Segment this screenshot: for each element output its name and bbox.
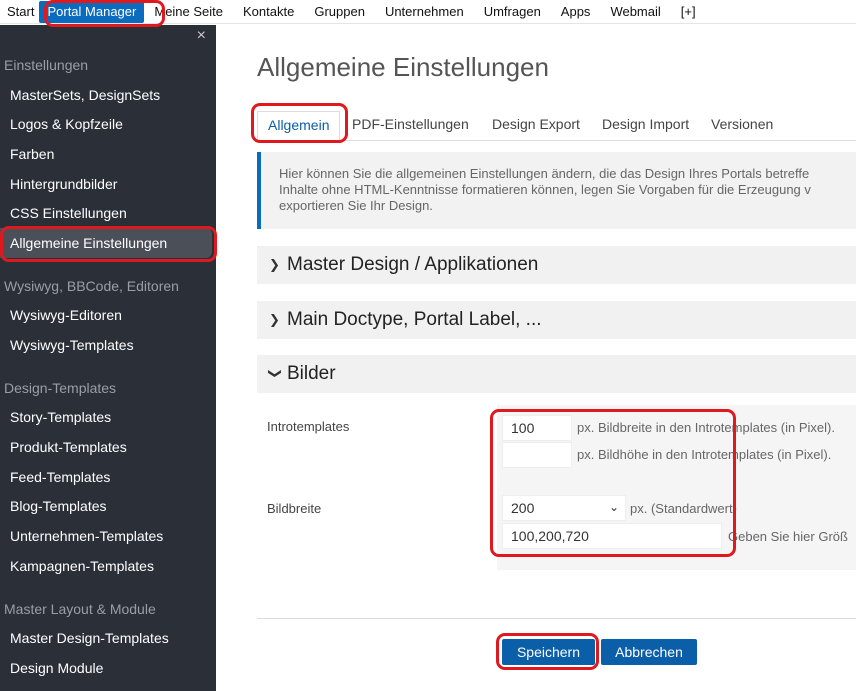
bildbreite-standard-suffix: px. (Standardwert)	[630, 501, 737, 516]
chevron-down-icon: ❯	[268, 368, 283, 379]
sidebar-item-css[interactable]: CSS Einstellungen	[10, 205, 127, 221]
sidebar-item-farben[interactable]: Farben	[10, 146, 54, 162]
tab-versionen[interactable]: Versionen	[711, 111, 773, 140]
tab-design-import[interactable]: Design Import	[602, 111, 689, 140]
sidebar-item-allgemeine-einstellungen[interactable]: Allgemeine Einstellungen	[0, 228, 212, 258]
sidebar-item-kampagnen-templates[interactable]: Kampagnen-Templates	[10, 558, 154, 574]
bildbreite-label: Bildbreite	[267, 501, 322, 516]
accordion-master-design[interactable]: ❯ Master Design / Applikationen	[257, 246, 856, 284]
chevron-right-icon: ❯	[269, 257, 280, 272]
intro-bildhoehe-suffix: px. Bildhöhe in den Introtemplates (in P…	[577, 447, 832, 462]
bildgroessen-input[interactable]: 100,200,720	[502, 523, 722, 549]
nav-more[interactable]: [+]	[671, 0, 706, 24]
sidebar-item-feed-templates[interactable]: Feed-Templates	[10, 469, 110, 485]
intro-bildhoehe-input[interactable]	[502, 442, 572, 468]
nav-kontakte[interactable]: Kontakte	[233, 0, 304, 24]
sidebar-item-unternehmen-templates[interactable]: Unternehmen-Templates	[10, 528, 163, 544]
info-text-line: Hier können Sie die allgemeinen Einstell…	[279, 166, 810, 181]
page-title: Allgemeine Einstellungen	[257, 52, 549, 82]
sidebar-item-wysiwyg-editoren[interactable]: Wysiwyg-Editoren	[10, 307, 122, 323]
bildbreite-standard-select[interactable]: 200 ⌄	[502, 495, 626, 521]
info-box: Hier können Sie die allgemeinen Einstell…	[257, 152, 856, 229]
close-icon[interactable]: ×	[197, 28, 206, 44]
nav-start[interactable]: Start	[2, 0, 39, 24]
sidebar-item-blog-templates[interactable]: Blog-Templates	[10, 498, 107, 514]
select-value: 200	[511, 500, 535, 516]
nav-meine-seite[interactable]: Meine Seite	[144, 0, 233, 24]
nav-unternehmen[interactable]: Unternehmen	[375, 0, 474, 24]
accordion-label: Bilder	[287, 363, 336, 384]
nav-portal-manager[interactable]: Portal Manager	[39, 0, 145, 23]
accordion-main-doctype[interactable]: ❯ Main Doctype, Portal Label, ...	[257, 301, 856, 339]
divider	[257, 618, 856, 619]
tab-bar: Allgemein PDF-Einstellungen Design Expor…	[257, 111, 856, 141]
sidebar-item-wysiwyg-templates[interactable]: Wysiwyg-Templates	[10, 337, 134, 353]
sidebar-item-logos[interactable]: Logos & Kopfzeile	[10, 116, 123, 132]
bildgroessen-suffix: Geben Sie hier Größ	[728, 529, 848, 544]
sidebar-item-story-templates[interactable]: Story-Templates	[10, 409, 111, 425]
sidebar-section-einstellungen: Einstellungen	[4, 57, 89, 73]
sidebar-section-design-templates: Design-Templates	[4, 380, 117, 396]
sidebar-section-wysiwyg: Wysiwyg, BBCode, Editoren	[4, 278, 179, 294]
intro-bildbreite-suffix: px. Bildbreite in den Introtemplates (in…	[577, 420, 835, 435]
accordion-label: Master Design / Applikationen	[287, 254, 539, 275]
accordion-label: Main Doctype, Portal Label, ...	[287, 309, 542, 330]
accordion-bilder[interactable]: ❯ Bilder	[257, 355, 856, 393]
tab-pdf-einstellungen[interactable]: PDF-Einstellungen	[352, 111, 469, 140]
tab-allgemein[interactable]: Allgemein	[257, 111, 341, 141]
info-text-line: Inhalte ohne HTML-Kenntnisse formatieren…	[279, 182, 811, 197]
main-content: Allgemeine Einstellungen Allgemein PDF-E…	[216, 25, 856, 691]
nav-gruppen[interactable]: Gruppen	[304, 0, 375, 24]
nav-apps[interactable]: Apps	[551, 0, 601, 24]
info-text-line: exportieren Sie Ihr Design.	[279, 198, 433, 213]
introtemplates-label: Introtemplates	[267, 419, 350, 434]
top-navigation: Start Portal Manager Meine Seite Kontakt…	[0, 0, 856, 24]
chevron-right-icon: ❯	[269, 312, 280, 327]
sidebar-item-produkt-templates[interactable]: Produkt-Templates	[10, 439, 127, 455]
nav-umfragen[interactable]: Umfragen	[474, 0, 551, 24]
sidebar: × Einstellungen MasterSets, DesignSets L…	[0, 25, 216, 691]
nav-webmail[interactable]: Webmail	[600, 0, 670, 24]
sidebar-item-mastersets[interactable]: MasterSets, DesignSets	[10, 87, 160, 103]
save-button[interactable]: Speichern	[502, 639, 595, 665]
sidebar-section-master-layout: Master Layout & Module	[4, 601, 156, 617]
sidebar-item-master-design-templates[interactable]: Master Design-Templates	[10, 630, 169, 646]
sidebar-item-hintergrundbilder[interactable]: Hintergrundbilder	[10, 176, 117, 192]
tab-design-export[interactable]: Design Export	[492, 111, 580, 140]
intro-bildbreite-input[interactable]: 100	[502, 415, 572, 441]
cancel-button[interactable]: Abbrechen	[601, 639, 697, 665]
sidebar-item-design-module[interactable]: Design Module	[10, 660, 103, 676]
chevron-down-icon: ⌄	[608, 500, 619, 514]
